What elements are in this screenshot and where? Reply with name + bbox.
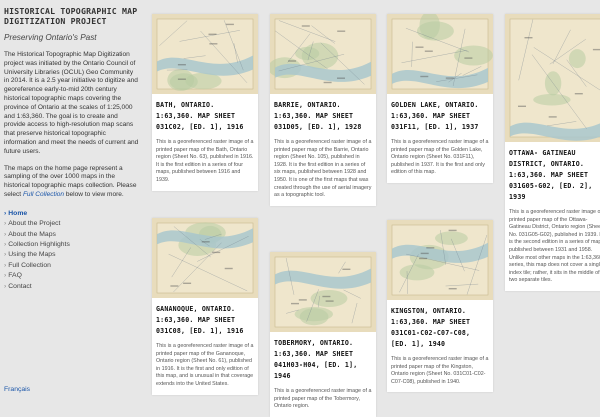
nav-item-label: Home bbox=[8, 210, 27, 217]
map-card-title[interactable]: GOLDEN LAKE, ONTARIO. 1:63,360. MAP SHEE… bbox=[391, 100, 489, 133]
map-card-title[interactable]: BARRIE, ONTARIO. 1:63,360. MAP SHEET 031… bbox=[274, 100, 372, 133]
language-link[interactable]: Français bbox=[4, 386, 30, 393]
intro-text-b: below to view more. bbox=[66, 191, 124, 198]
map-card-gananoque[interactable]: GANANOQUE, ONTARIO. 1:63,360. MAP SHEET … bbox=[152, 218, 258, 395]
map-thumbnail-art bbox=[387, 14, 493, 94]
map-thumbnail[interactable] bbox=[152, 14, 258, 94]
nav-item-full-collection[interactable]: ›Full Collection bbox=[4, 261, 140, 271]
map-card-description: This is a georeferenced raster image of … bbox=[509, 209, 600, 285]
site-tagline: Preserving Ontario's Past bbox=[4, 33, 140, 43]
map-card-description: This is a georeferenced raster image of … bbox=[391, 139, 489, 177]
map-thumbnail[interactable] bbox=[387, 14, 493, 94]
nav-item-label: FAQ bbox=[8, 272, 22, 279]
map-card-title[interactable]: BATH, ONTARIO. 1:63,360. MAP SHEET 031C0… bbox=[156, 100, 254, 133]
map-thumbnail-art bbox=[387, 220, 493, 300]
map-card-description: This is a georeferenced raster image of … bbox=[274, 139, 372, 200]
chevron-right-icon: › bbox=[4, 283, 6, 290]
nav-item-label: About the Project bbox=[8, 220, 60, 227]
nav-item-faq[interactable]: ›FAQ bbox=[4, 271, 140, 281]
chevron-right-icon: › bbox=[4, 220, 6, 227]
chevron-right-icon: › bbox=[4, 251, 6, 258]
map-card-ottawa-gatineau[interactable]: OTTAWA- GATINEAU DISTRICT, ONTARIO. 1:63… bbox=[505, 14, 600, 291]
map-thumbnail-art bbox=[152, 14, 258, 94]
map-card-description: This is a georeferenced raster image of … bbox=[156, 343, 254, 389]
map-thumbnail[interactable] bbox=[505, 14, 600, 142]
full-collection-link[interactable]: Full Collection bbox=[23, 191, 64, 198]
nav-item-about-the-project[interactable]: ›About the Project bbox=[4, 219, 140, 229]
main-nav: ›Home›About the Project›About the Maps›C… bbox=[4, 209, 140, 292]
map-thumbnail-art bbox=[270, 14, 376, 94]
map-thumbnail[interactable] bbox=[270, 14, 376, 94]
map-thumbnail[interactable] bbox=[270, 252, 376, 332]
map-thumbnail-art bbox=[270, 252, 376, 332]
map-card-description: This is a georeferenced raster image of … bbox=[274, 388, 372, 411]
nav-item-label: About the Maps bbox=[8, 231, 56, 238]
chevron-right-icon: › bbox=[4, 272, 6, 279]
intro-paragraph-collection: The maps on the home page represent a sa… bbox=[4, 165, 140, 200]
map-card-title[interactable]: OTTAWA- GATINEAU DISTRICT, ONTARIO. 1:63… bbox=[509, 148, 600, 203]
map-card-bath[interactable]: BATH, ONTARIO. 1:63,360. MAP SHEET 031C0… bbox=[152, 14, 258, 191]
chevron-right-icon: › bbox=[4, 231, 6, 238]
map-card-barrie[interactable]: BARRIE, ONTARIO. 1:63,360. MAP SHEET 031… bbox=[270, 14, 376, 206]
nav-item-label: Collection Highlights bbox=[8, 241, 70, 248]
map-thumbnail-art bbox=[505, 14, 600, 142]
nav-item-about-the-maps[interactable]: ›About the Maps bbox=[4, 230, 140, 240]
map-thumbnail[interactable] bbox=[152, 218, 258, 298]
map-card-description: This is a georeferenced raster image of … bbox=[391, 356, 489, 386]
nav-item-label: Full Collection bbox=[8, 262, 51, 269]
intro-paragraph: The Historical Topographic Map Digitizat… bbox=[4, 51, 140, 157]
nav-item-label: Contact bbox=[8, 283, 31, 290]
nav-item-label: Using the Maps bbox=[8, 251, 55, 258]
nav-item-contact[interactable]: ›Contact bbox=[4, 282, 140, 292]
map-card-title[interactable]: GANANOQUE, ONTARIO. 1:63,360. MAP SHEET … bbox=[156, 304, 254, 337]
map-card-description: This is a georeferenced raster image of … bbox=[156, 139, 254, 185]
map-card-tobermory[interactable]: TOBERMORY, ONTARIO. 1:63,360. MAP SHEET … bbox=[270, 252, 376, 417]
map-thumbnail-art bbox=[152, 218, 258, 298]
chevron-right-icon: › bbox=[4, 262, 6, 269]
nav-item-home[interactable]: ›Home bbox=[4, 209, 140, 219]
map-card-title[interactable]: TOBERMORY, ONTARIO. 1:63,360. MAP SHEET … bbox=[274, 338, 372, 382]
nav-item-using-the-maps[interactable]: ›Using the Maps bbox=[4, 250, 140, 260]
map-card-golden-lake[interactable]: GOLDEN LAKE, ONTARIO. 1:63,360. MAP SHEE… bbox=[387, 14, 493, 183]
chevron-right-icon: › bbox=[4, 210, 6, 217]
sidebar: HISTORICAL TOPOGRAPHIC MAP DIGITIZATION … bbox=[0, 0, 140, 400]
map-thumbnail[interactable] bbox=[387, 220, 493, 300]
site-title[interactable]: HISTORICAL TOPOGRAPHIC MAP DIGITIZATION … bbox=[4, 6, 140, 26]
chevron-right-icon: › bbox=[4, 241, 6, 248]
map-card-kingston[interactable]: KINGSTON, ONTARIO. 1:63,360. MAP SHEET 0… bbox=[387, 220, 493, 392]
nav-item-collection-highlights[interactable]: ›Collection Highlights bbox=[4, 240, 140, 250]
map-card-title[interactable]: KINGSTON, ONTARIO. 1:63,360. MAP SHEET 0… bbox=[391, 306, 489, 350]
